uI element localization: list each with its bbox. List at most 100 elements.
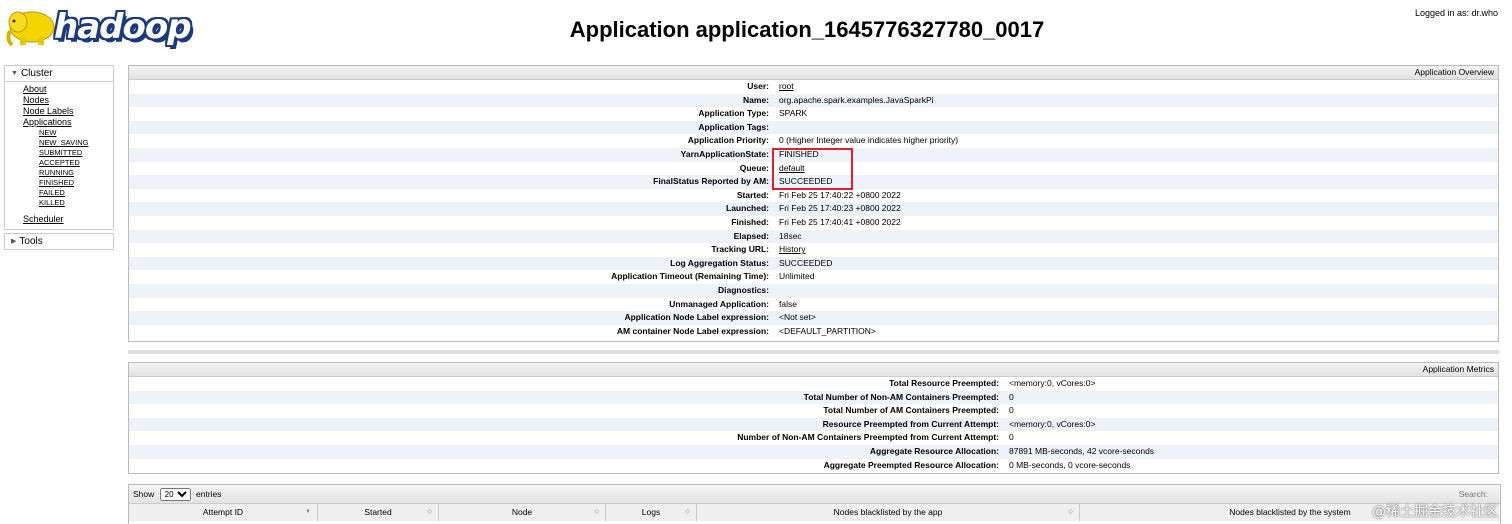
overview-table: User: root Name: org.apache.spark.examples.… [129,80,1498,338]
info-label: Queue: [739,162,769,173]
nav-nodes[interactable]: Nodes [23,95,49,105]
nav-node-labels[interactable]: Node Labels [23,106,74,116]
divider [128,350,1499,354]
attempts-header-row: Attempt ID ▼ Started ◇ Node ◇ Logs ◇ Nodes b… [129,504,1500,521]
page-size-select[interactable]: 20 [159,488,191,502]
metrics-table: Total Resource Preempted: <memory:0, vCor… [129,377,1498,472]
info-row: Name: org.apache.spark.examples.JavaSpark… [129,93,1498,108]
col-attempt-id[interactable]: Attempt ID ▼ [129,504,318,521]
sort-icon: ▼ [305,509,311,515]
nav-scheduler[interactable]: Scheduler [23,214,64,224]
sort-icon: ◇ [685,509,690,515]
info-row: Resource Preempted from Current Attempt:… [129,417,1498,432]
nav-state-finished[interactable]: FINISHED [39,178,74,187]
info-value: Fri Feb 25 17:40:22 +0800 2022 [779,189,901,200]
info-row: Total Resource Preempted: <memory:0, vCor… [129,377,1498,391]
application-metrics-panel: Application Metrics Total Resource Preem… [128,362,1499,474]
info-label: User: [747,81,769,91]
info-value: <Not set> [779,312,816,323]
sort-icon: ◇ [1068,509,1073,515]
info-row: Total Number of Non-AM Containers Preemp… [129,390,1498,405]
info-value: 0 MB-seconds, 0 vcore-seconds [1009,459,1131,470]
info-value: 0 [1009,405,1014,416]
tools-section: ▶ Tools [4,233,114,250]
nav-state-running[interactable]: RUNNING [39,168,74,177]
info-row: Aggregate Resource Allocation: 87891 MB-s… [129,444,1498,459]
entries-label: entries [196,489,222,499]
info-label: Number of Non-AM Containers Preempted fr… [737,432,999,443]
info-value: 0 (Higher Integer value indicates higher… [779,135,959,146]
info-label: YarnApplicationState: [680,148,769,159]
cluster-header[interactable]: ▼ Cluster [5,66,113,82]
info-value: Fri Feb 25 17:40:41 +0800 2022 [779,216,901,227]
info-value: <memory:0, vCores:0> [1009,418,1096,429]
nav-state-killed[interactable]: KILLED [39,198,65,207]
info-label: Name: [743,94,769,105]
nav-state-new-saving[interactable]: NEW_SAVING [39,138,88,147]
info-row: Application Node Label expression: <Not s… [129,311,1498,325]
info-row: Number of Non-AM Containers Preempted fr… [129,431,1498,445]
info-label: Elapsed: [733,230,769,241]
show-label: Show [133,489,155,499]
metrics-heading: Application Metrics [129,363,1498,377]
nav-applications[interactable]: Applications [23,117,72,127]
info-label: Diagnostics: [717,284,769,295]
nav-state-new[interactable]: NEW [39,128,57,137]
col-logs[interactable]: Logs ◇ [606,504,697,521]
info-value: <memory:0, vCores:0> [1009,378,1096,388]
info-row: Unmanaged Application: false [129,298,1498,312]
application-overview-panel: Application Overview User: root Name: org.a… [128,65,1499,342]
info-row: User: root [129,80,1498,94]
info-label: Application Tags: [698,121,769,132]
info-row: Application Type: SPARK [129,107,1498,121]
tools-header[interactable]: ▶ Tools [5,234,113,249]
nav-about[interactable]: About [23,84,47,94]
info-label: Aggregate Preempted Resource Allocation: [823,459,999,470]
info-link[interactable]: root [779,80,794,94]
info-row: Diagnostics: [129,283,1498,298]
cluster-label: Cluster [20,68,53,79]
attempts-table: Show 20 entries Search: Attempt ID ▼ Star… [128,484,1501,524]
info-label: Finished: [731,216,769,227]
info-row: Aggregate Preempted Resource Allocation:… [129,459,1498,473]
info-value: 87891 MB-seconds, 42 vcore-seconds [1009,445,1155,456]
info-link[interactable]: History [779,243,805,257]
info-label: Total Resource Preempted: [889,378,999,388]
info-row: Total Number of AM Containers Preempted:… [129,404,1498,418]
info-value: SPARK [779,108,808,119]
info-label: Total Number of AM Containers Preempted: [823,405,999,416]
nav-state-failed[interactable]: FAILED [39,188,65,197]
col-nodes-blacklisted-app[interactable]: Nodes blacklisted by the app ◇ [697,504,1080,521]
info-label: Launched: [726,203,769,214]
info-label: Tracking URL: [711,244,769,255]
info-value: org.apache.spark.examples.JavaSparkPi [779,94,934,105]
nav-state-accepted[interactable]: ACCEPTED [39,158,80,167]
info-label: Started: [736,189,769,200]
col-node[interactable]: Node ◇ [439,504,606,521]
info-row: Elapsed: 18sec [129,229,1498,244]
highlight-box [772,148,853,190]
cluster-section: ▼ Cluster About Nodes Node Labels Applica… [4,65,114,230]
info-row: Started: Fri Feb 25 17:40:22 +0800 2022 [129,189,1498,203]
nav-state-submitted[interactable]: SUBMITTED [39,148,82,157]
triangle-right-icon: ▶ [11,238,17,245]
sort-icon: ◇ [594,509,599,515]
info-label: Application Timeout (Remaining Time): [611,271,769,282]
info-value: Unlimited [779,271,815,282]
watermark: @稀土掘金技术社区 [1372,504,1498,520]
info-value: false [779,298,797,309]
logged-in-status: Logged in as: dr.who [1414,8,1498,18]
info-label: Total Number of Non-AM Containers Preemp… [803,391,999,402]
info-label: Application Priority: [687,135,769,146]
info-value: 0 [1009,432,1014,443]
info-label: Application Node Label expression: [624,312,769,323]
triangle-down-icon: ▼ [11,70,18,77]
col-started[interactable]: Started ◇ [318,504,439,521]
info-value: SUCCEEDED [779,257,833,268]
info-value: Fri Feb 25 17:40:23 +0800 2022 [779,203,901,214]
info-label: AM container Node Label expression: [616,325,769,336]
info-label: Unmanaged Application: [669,298,769,309]
info-row: Application Timeout (Remaining Time): Unl… [129,270,1498,284]
info-row: Application Tags: [129,120,1498,135]
info-row: Tracking URL: History [129,243,1498,257]
